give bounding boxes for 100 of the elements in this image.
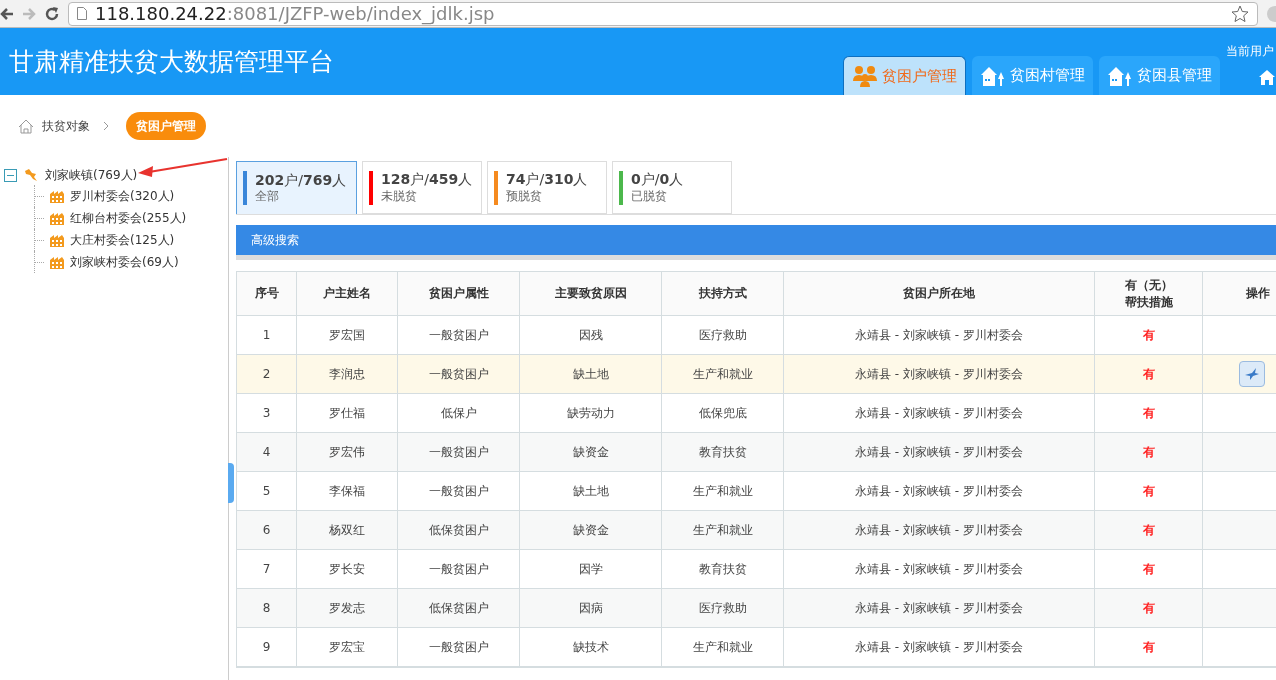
building-icon (50, 189, 64, 203)
table-cell-text: 缺资金 (572, 444, 609, 461)
building-icon (50, 211, 64, 225)
table-cell-text: 教育扶贫 (698, 444, 747, 461)
table-row[interactable]: 3 罗仕福 低保户 缺劳动力 低保兜底 永靖县 - 刘家峡镇 - 罗川村委会 有 (237, 394, 1276, 433)
table-cell-text: 一般贫困户 (428, 639, 489, 656)
column-header: 有（无）帮扶措施 (1124, 276, 1173, 311)
back-icon[interactable] (0, 6, 14, 21)
column-header: 户主姓名 (323, 285, 371, 302)
table-cell-text: 一般贫困户 (428, 327, 489, 344)
column-header: 贫困户所在地 (903, 285, 975, 302)
table-cell-text: 李润忠 (329, 366, 365, 383)
address-bar[interactable]: 118.180.24.22:8081/JZFP-web/index_jdlk.jsp (68, 1, 1258, 26)
table-row[interactable]: 1 罗宏国 一般贫困户 因残 医疗救助 永靖县 - 刘家峡镇 - 罗川村委会 有 (237, 316, 1276, 355)
map-icon (23, 168, 39, 182)
table-cell-text: 低保贫困户 (428, 600, 489, 617)
house-icon (1107, 65, 1133, 86)
stat-value: 0户/0人 (631, 171, 684, 189)
table-cell-text: 罗宏伟 (329, 444, 365, 461)
table-cell-text: 缺劳动力 (566, 405, 615, 422)
table-row[interactable]: 4 罗宏伟 一般贫困户 缺资金 教育扶贫 永靖县 - 刘家峡镇 - 罗川村委会 有 (237, 433, 1276, 472)
table-cell-text: 低保贫困户 (428, 522, 489, 539)
table-cell-text: 因学 (578, 561, 603, 578)
stat-value: 202户/769人 (255, 171, 347, 190)
collapse-icon[interactable] (4, 168, 17, 182)
table-cell-text: 因残 (578, 327, 603, 344)
table-cell-text: 6 (262, 522, 271, 539)
building-icon (50, 255, 64, 269)
table-cell-text: 一般贫困户 (428, 561, 489, 578)
table-cell-text: 2 (262, 366, 271, 383)
column-header: 扶持方式 (698, 285, 747, 302)
table-cell-text: 8 (262, 600, 271, 617)
measure-label: 有 (1142, 561, 1155, 578)
table-cell-text: 李保福 (329, 483, 365, 500)
action-button[interactable] (1239, 361, 1265, 387)
breadcrumb-link[interactable]: 扶贫对象 (42, 117, 90, 135)
stat-label: 全部 (255, 189, 280, 205)
stat-card[interactable]: 202户/769人 全部 (236, 161, 357, 214)
chevron-icon (102, 121, 110, 131)
home-icon[interactable] (18, 118, 34, 134)
reload-icon[interactable] (44, 5, 60, 22)
measure-label: 有 (1142, 366, 1155, 383)
table-cell-text: 缺技术 (572, 639, 609, 656)
tree-item[interactable]: 大庄村委会(125人) (70, 231, 175, 249)
column-header: 序号 (254, 285, 279, 302)
tree-item[interactable]: 红柳台村委会(255人) (70, 209, 187, 227)
people-icon (852, 65, 878, 87)
stat-card[interactable]: 128户/459人 未脱贫 (362, 161, 482, 214)
table-cell-text: 永靖县 - 刘家峡镇 - 罗川村委会 (855, 405, 1023, 422)
tree-item[interactable]: 刘家峡村委会(69人) (70, 253, 179, 271)
table-row[interactable]: 9 罗宏宝 一般贫困户 缺技术 生产和就业 永靖县 - 刘家峡镇 - 罗川村委会 有 (237, 628, 1276, 667)
table-cell-text: 4 (262, 444, 271, 461)
app-title: 甘肃精准扶贫大数据管理平台 (8, 45, 335, 78)
measure-label: 有 (1142, 327, 1155, 344)
table-cell-text: 生产和就业 (692, 639, 753, 656)
star-icon[interactable] (1231, 4, 1249, 23)
table-cell-text: 罗宏宝 (329, 639, 365, 656)
table-cell-text: 生产和就业 (692, 483, 753, 500)
tree-item[interactable]: 刘家峡镇(769人) (45, 166, 138, 184)
building-icon (50, 233, 64, 247)
current-user-label: 当前用户 (1226, 43, 1274, 60)
measure-label: 有 (1142, 600, 1155, 617)
table-cell-text: 缺土地 (572, 483, 609, 500)
table-cell-text: 9 (262, 639, 271, 656)
table-row[interactable]: 8 罗发志 低保贫困户 因病 医疗救助 永靖县 - 刘家峡镇 - 罗川村委会 有 (237, 589, 1276, 628)
table-cell-text: 永靖县 - 刘家峡镇 - 罗川村委会 (855, 483, 1023, 500)
column-header: 操作 (1245, 285, 1270, 302)
table-row[interactable]: 7 罗长安 一般贫困户 因学 教育扶贫 永靖县 - 刘家峡镇 - 罗川村委会 有 (237, 550, 1276, 589)
table-cell-text: 医疗救助 (698, 600, 747, 617)
table-cell-text: 永靖县 - 刘家峡镇 - 罗川村委会 (855, 600, 1023, 617)
table-cell-text: 低保户 (440, 405, 477, 422)
table-cell-text: 罗发志 (329, 600, 365, 617)
table-cell-text: 7 (262, 561, 271, 578)
table-cell-text: 5 (262, 483, 271, 500)
table-row[interactable]: 6 杨双红 低保贫困户 缺资金 生产和就业 永靖县 - 刘家峡镇 - 罗川村委会 有 (237, 511, 1276, 550)
search-bar[interactable]: 高级搜索 (236, 225, 1276, 260)
table-cell-text: 罗仕福 (329, 405, 365, 422)
column-header: 贫困户属性 (428, 285, 489, 302)
table-cell-text: 医疗救助 (698, 327, 747, 344)
collapse-handle[interactable] (228, 463, 234, 503)
table-row[interactable]: 5 李保福 一般贫困户 缺土地 生产和就业 永靖县 - 刘家峡镇 - 罗川村委会 有 (237, 472, 1276, 511)
home-icon[interactable] (1258, 69, 1276, 85)
stat-value: 74户/310人 (506, 171, 588, 189)
breadcrumb-current: 贫困户管理 (126, 112, 206, 140)
table-row[interactable]: 2 李润忠 一般贫困户 缺土地 生产和就业 永靖县 - 刘家峡镇 - 罗川村委会 有 (237, 355, 1276, 394)
table-cell-text: 缺土地 (572, 366, 609, 383)
forward-icon[interactable] (22, 6, 36, 21)
table-cell-text: 罗宏国 (329, 327, 365, 344)
table-cell-text: 杨双红 (329, 522, 365, 539)
table-cell-text: 永靖县 - 刘家峡镇 - 罗川村委会 (855, 522, 1023, 539)
table-cell-text: 一般贫困户 (428, 444, 489, 461)
measure-label: 有 (1142, 483, 1155, 500)
table-cell-text: 缺资金 (572, 522, 609, 539)
table-cell-text: 一般贫困户 (428, 366, 489, 383)
table-cell-text: 因病 (578, 600, 603, 617)
stat-card[interactable]: 0户/0人 已脱贫 (612, 161, 732, 214)
stat-card[interactable]: 74户/310人 预脱贫 (487, 161, 607, 214)
table-cell-text: 永靖县 - 刘家峡镇 - 罗川村委会 (855, 561, 1023, 578)
table-cell-text: 教育扶贫 (698, 561, 747, 578)
tree-item[interactable]: 罗川村委会(320人) (70, 187, 175, 205)
